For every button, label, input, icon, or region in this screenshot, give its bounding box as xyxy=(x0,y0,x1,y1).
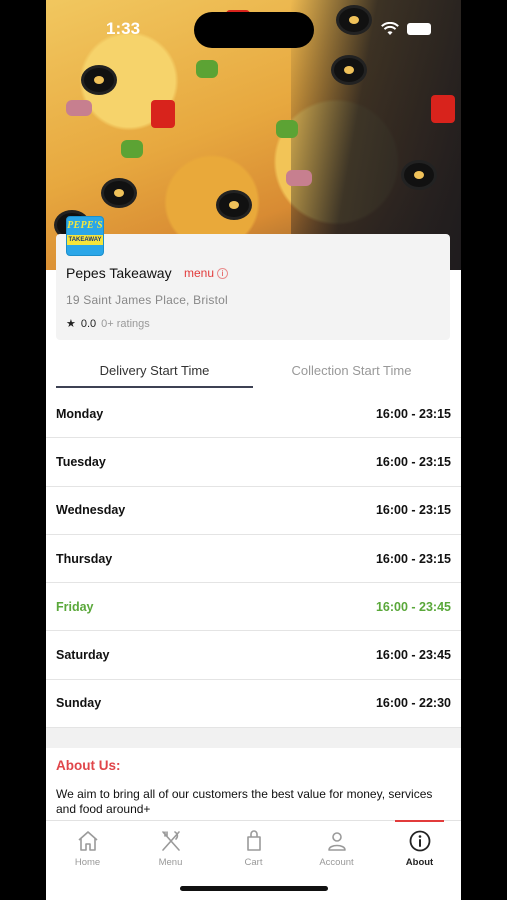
tab-delivery-start-time[interactable]: Delivery Start Time xyxy=(56,360,253,388)
store-logo: PEPE'S TAKEAWAY xyxy=(66,216,104,256)
nav-label: Menu xyxy=(158,857,183,868)
status-icons xyxy=(381,22,431,36)
olive-topping xyxy=(101,178,137,208)
day-label: Saturday xyxy=(56,648,110,663)
shopping-bag-icon xyxy=(246,830,261,851)
logo-text-top: PEPE'S xyxy=(67,220,103,231)
dynamic-island xyxy=(194,12,314,48)
hours-value: 16:00 - 23:45 xyxy=(375,648,451,663)
olive-topping xyxy=(331,55,367,85)
olive-topping xyxy=(401,160,437,190)
hours-value: 16:00 - 23:15 xyxy=(375,503,451,518)
olive-topping xyxy=(336,5,372,35)
store-name: Pepes Takeaway xyxy=(66,265,172,281)
tab-collection-start-time[interactable]: Collection Start Time xyxy=(253,360,450,388)
logo-text-bottom: TAKEAWAY xyxy=(67,235,103,245)
store-address: 19 Saint James Place, Bristol xyxy=(66,293,228,307)
green-pepper-topping xyxy=(121,140,143,158)
day-label: Monday xyxy=(56,406,104,421)
pepper-topping xyxy=(151,100,175,128)
rating-value: 0.0 xyxy=(80,317,97,330)
star-icon: ★ xyxy=(66,318,76,330)
info-icon xyxy=(409,830,430,852)
opening-hours-list: Monday 16:00 - 23:15 Tuesday 16:00 - 23:… xyxy=(46,390,461,729)
about-text: We aim to bring all of our customers the… xyxy=(56,787,433,816)
nav-item-about[interactable]: About xyxy=(378,820,461,900)
home-icon xyxy=(77,831,98,851)
schedule-row-monday: Monday 16:00 - 23:15 xyxy=(46,390,461,439)
status-time: 1:33 xyxy=(106,19,141,38)
day-label: Friday xyxy=(56,599,94,614)
menu-link-label: menu xyxy=(184,266,215,280)
app-screen: 1:33 PEPE'S TAKEAWAY Pepes Takeaway menu… xyxy=(46,0,461,900)
hours-value: 16:00 - 23:15 xyxy=(375,454,451,469)
fork-knife-icon xyxy=(161,831,180,851)
green-pepper-topping xyxy=(196,60,218,78)
menu-link[interactable]: menu i xyxy=(184,266,229,280)
olive-topping xyxy=(216,190,252,220)
schedule-row-saturday: Saturday 16:00 - 23:45 xyxy=(46,631,461,680)
about-title: About Us: xyxy=(56,758,121,773)
hero-pizza-image: 1:33 xyxy=(46,0,461,270)
schedule-row-friday: Friday 16:00 - 23:45 xyxy=(46,583,461,632)
nav-label: Cart xyxy=(244,857,263,868)
hours-value: 16:00 - 23:15 xyxy=(375,406,451,421)
wifi-icon xyxy=(381,22,399,35)
schedule-row-tuesday: Tuesday 16:00 - 23:15 xyxy=(46,438,461,487)
day-label: Wednesday xyxy=(56,503,126,518)
section-divider xyxy=(46,728,461,748)
rating-count: 0+ ratings xyxy=(101,317,150,330)
hours-value: 16:00 - 22:30 xyxy=(375,696,451,711)
store-rating: ★ 0.0 0+ ratings xyxy=(66,317,150,331)
hours-value: 16:00 - 23:15 xyxy=(375,551,451,566)
day-label: Thursday xyxy=(56,551,113,566)
info-icon: i xyxy=(217,267,229,279)
olive-topping xyxy=(81,65,117,95)
nav-label: Home xyxy=(74,857,101,868)
hours-value: 16:00 - 23:45 xyxy=(375,599,451,614)
nav-label: Account xyxy=(319,857,354,868)
schedule-row-thursday: Thursday 16:00 - 23:15 xyxy=(46,535,461,584)
ham-topping xyxy=(66,100,92,116)
day-label: Sunday xyxy=(56,696,102,711)
pepper-topping xyxy=(431,95,455,123)
schedule-row-sunday: Sunday 16:00 - 22:30 xyxy=(46,680,461,729)
ham-topping xyxy=(286,170,312,186)
day-label: Tuesday xyxy=(56,454,106,469)
nav-item-home[interactable]: Home xyxy=(46,821,129,900)
nav-label: About xyxy=(405,857,434,868)
home-indicator xyxy=(180,886,328,891)
hero-shadow xyxy=(291,0,461,270)
schedule-row-wednesday: Wednesday 16:00 - 23:15 xyxy=(46,487,461,535)
time-tabs: Delivery Start Time Collection Start Tim… xyxy=(56,360,450,388)
user-icon xyxy=(327,832,346,851)
battery-icon xyxy=(407,23,431,35)
green-pepper-topping xyxy=(276,120,298,138)
